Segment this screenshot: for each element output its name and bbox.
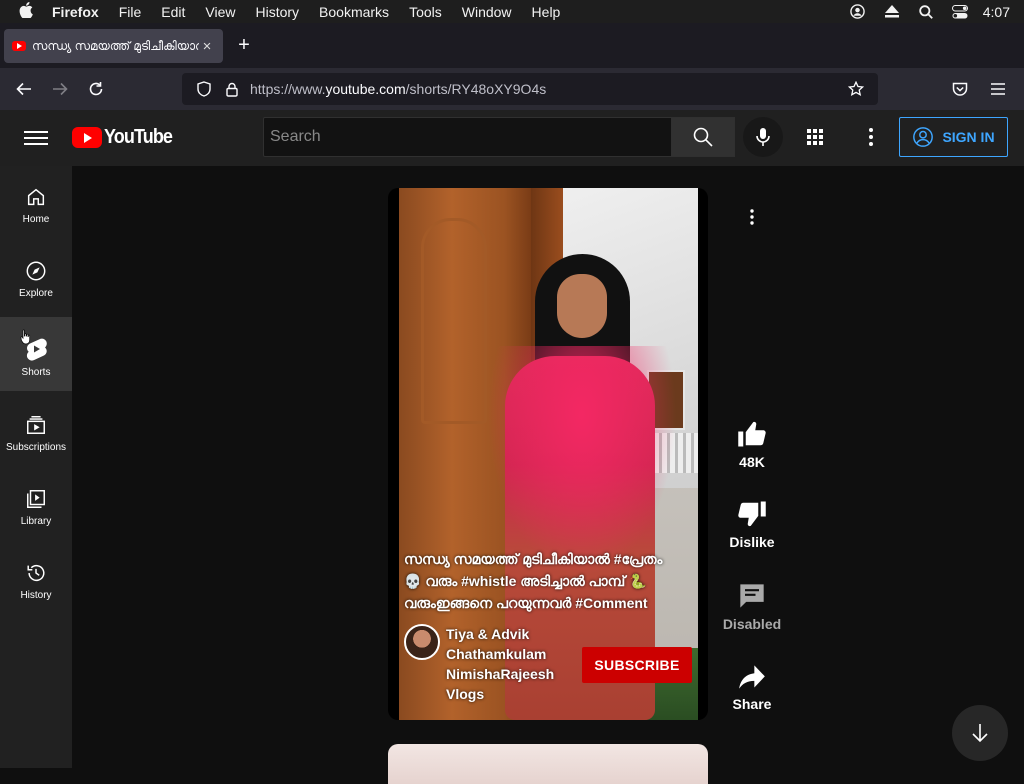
browser-tab-strip: സന്ധ്യ സമയത്ത് മുടിചീകിയാൽ #ശ × + [0, 23, 1024, 68]
sidebar-item-label: History [20, 590, 52, 601]
tracking-shield-icon[interactable] [190, 81, 218, 97]
arrow-down-icon [972, 724, 988, 743]
dislike-button[interactable]: Dislike [722, 500, 782, 550]
menubar-clock[interactable]: 4:07 [977, 4, 1010, 20]
hand-pointer-cursor-icon [20, 329, 32, 345]
subscribe-button[interactable]: SUBSCRIBE [582, 647, 692, 683]
browser-nav-bar: https://www.youtube.com/shorts/RY48oXY9O… [0, 68, 1024, 110]
back-arrow-icon[interactable] [6, 73, 42, 105]
menu-window[interactable]: Window [452, 4, 522, 20]
sidebar-item-library[interactable]: Library [0, 468, 72, 542]
sidebar-item-label: Shorts [21, 367, 51, 378]
sidebar-item-label: Home [22, 214, 50, 225]
close-tab-icon[interactable]: × [199, 38, 215, 55]
browser-tab-active[interactable]: സന്ധ്യ സമയത്ത് മുടിചീകിയാൽ #ശ × [4, 29, 223, 63]
history-icon [27, 565, 45, 582]
comments-disabled-label: Disabled [722, 616, 782, 632]
youtube-favicon-icon [12, 41, 26, 51]
short-caption[interactable]: സന്ധ്യ സമയത്ത് മുടിചീകിയാൽ #പ്രേതം 💀 വരു… [404, 548, 694, 614]
home-icon [27, 188, 45, 206]
apps-grid-icon[interactable] [803, 125, 827, 149]
like-button[interactable]: 48K [722, 420, 782, 470]
short-more-options-icon[interactable] [740, 205, 764, 229]
sidebar-item-home[interactable]: Home [0, 166, 72, 240]
pocket-icon[interactable] [942, 73, 978, 105]
new-tab-plus-icon[interactable]: + [234, 35, 254, 55]
subscriptions-icon [27, 416, 45, 434]
channel-avatar[interactable] [404, 624, 440, 660]
library-icon [27, 490, 45, 508]
url-prefix: https://www. [250, 81, 326, 97]
menu-bookmarks[interactable]: Bookmarks [309, 4, 399, 20]
forward-arrow-icon[interactable] [42, 73, 78, 105]
menu-file[interactable]: File [109, 4, 152, 20]
url-bar[interactable]: https://www.youtube.com/shorts/RY48oXY9O… [182, 73, 878, 105]
spotlight-search-icon[interactable] [909, 4, 943, 19]
voice-search-button[interactable] [743, 117, 783, 157]
sidebar-item-shorts[interactable]: Shorts [0, 317, 72, 391]
eject-icon[interactable] [875, 5, 909, 18]
caption-line: 💀 വരും #whistle അടിച്ചാൽ പാമ്പ് 🐍 [404, 573, 647, 589]
search-icon [693, 127, 713, 147]
comment-icon [740, 584, 764, 608]
url-path: /shorts/RY48oXY9O4s [405, 81, 547, 97]
youtube-header: YouTube SIGN IN [0, 110, 1024, 166]
app-menu-hamburger-icon[interactable] [980, 73, 1016, 105]
next-short-preview[interactable] [388, 744, 708, 784]
account-circle-icon [913, 127, 934, 147]
macos-menu-bar: Firefox File Edit View History Bookmarks… [0, 0, 1024, 23]
menu-help[interactable]: Help [522, 4, 571, 20]
microphone-icon [756, 128, 770, 146]
dislike-label: Dislike [729, 534, 775, 550]
menu-app-firefox[interactable]: Firefox [52, 4, 109, 20]
mini-guide-sidebar: Home Explore Shorts Subscriptions Librar… [0, 166, 72, 768]
shorts-video-player[interactable]: സന്ധ്യ സമയത്ത് മുടിചീകിയാൽ #പ്രേതം 💀 വരു… [388, 188, 708, 720]
url-text[interactable]: https://www.youtube.com/shorts/RY48oXY9O… [250, 81, 842, 97]
search-button[interactable] [671, 117, 735, 157]
menu-history[interactable]: History [245, 4, 309, 20]
sidebar-item-subscriptions[interactable]: Subscriptions [0, 394, 72, 468]
youtube-play-logo-icon [72, 127, 102, 148]
bookmark-star-icon[interactable] [842, 81, 870, 97]
thumbs-down-icon [738, 501, 766, 527]
menu-tools[interactable]: Tools [399, 4, 452, 20]
search-box[interactable] [263, 117, 672, 157]
compass-icon [26, 261, 46, 281]
youtube-logo-text: YouTube [104, 126, 173, 148]
control-center-icon[interactable] [943, 4, 977, 19]
caption-line: സന്ധ്യ സമയത്ത് മുടിചീകിയാൽ #പ്രേതം [404, 551, 663, 567]
comments-button[interactable]: Disabled [722, 582, 782, 632]
guide-menu-icon[interactable] [24, 128, 48, 148]
user-status-icon[interactable] [841, 4, 875, 19]
channel-name[interactable]: Tiya & Advik Chathamkulam NimishaRajeesh… [446, 624, 564, 704]
search-input[interactable] [270, 128, 671, 146]
next-video-button[interactable] [952, 705, 1008, 761]
caption-line: വരുംഇങ്ങനെ പറയുന്നവർ #Comment [404, 595, 648, 611]
reload-icon[interactable] [78, 73, 114, 105]
thumbs-up-icon [738, 421, 766, 447]
channel-info[interactable]: Tiya & Advik Chathamkulam NimishaRajeesh… [404, 624, 564, 704]
like-count: 48K [739, 454, 765, 470]
share-label: Share [732, 696, 772, 712]
settings-more-vert-icon[interactable] [859, 125, 883, 149]
menu-view[interactable]: View [195, 4, 245, 20]
sign-in-button[interactable]: SIGN IN [899, 117, 1008, 157]
sidebar-item-label: Explore [19, 288, 53, 299]
menu-edit[interactable]: Edit [151, 4, 195, 20]
apple-menu-icon[interactable] [0, 1, 52, 22]
sign-in-label: SIGN IN [942, 129, 995, 145]
share-arrow-icon [739, 665, 765, 689]
sidebar-item-label: Subscriptions [5, 442, 67, 453]
sidebar-item-explore[interactable]: Explore [0, 240, 72, 314]
share-button[interactable]: Share [722, 664, 782, 712]
sidebar-item-label: Library [20, 516, 52, 527]
tab-title: സന്ധ്യ സമയത്ത് മുടിചീകിയാൽ #ശ [32, 38, 199, 53]
lock-icon[interactable] [218, 82, 246, 97]
url-domain: youtube.com [325, 81, 406, 97]
youtube-logo[interactable]: YouTube [72, 126, 180, 149]
sidebar-item-history[interactable]: History [0, 542, 72, 616]
